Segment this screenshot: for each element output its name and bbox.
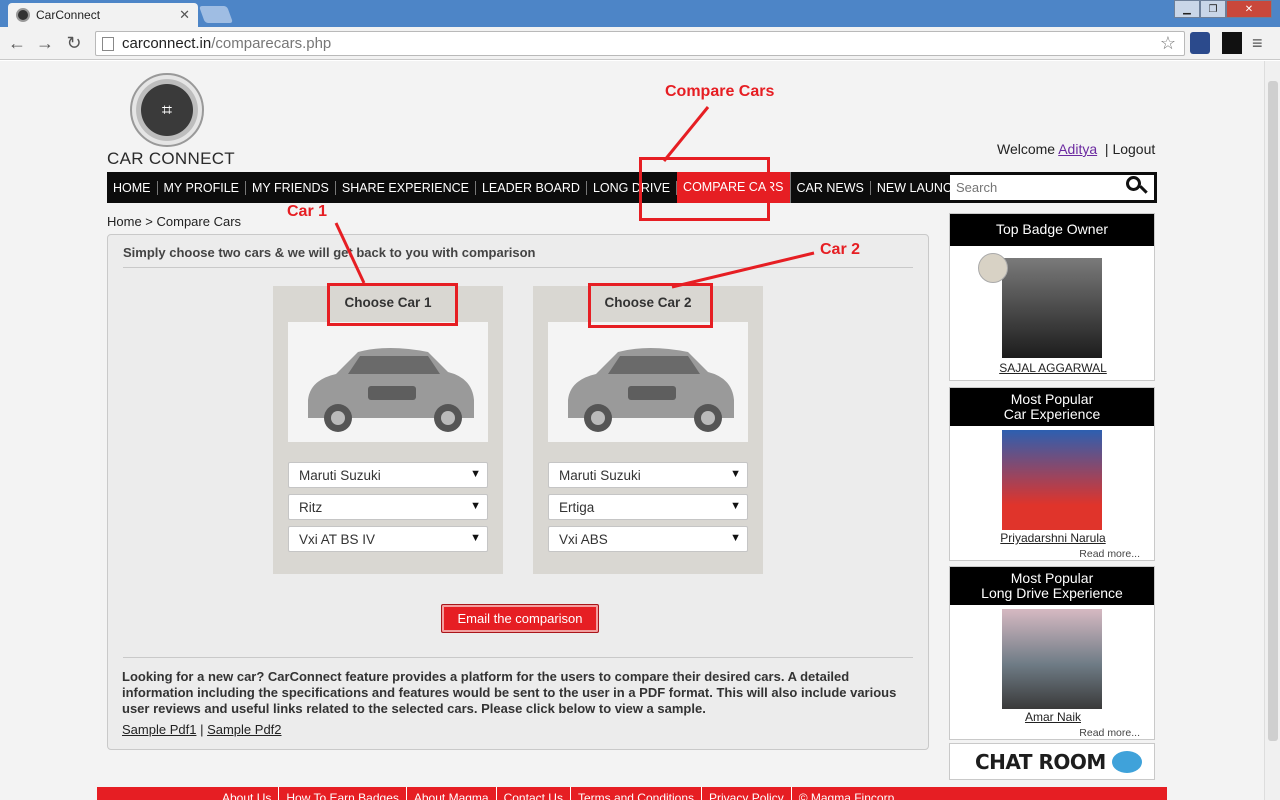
footer-link[interactable]: About Us	[215, 787, 280, 800]
long-drive-author[interactable]: Amar Naik	[950, 710, 1156, 724]
long-drive-photo[interactable]	[1002, 609, 1102, 709]
site-search	[950, 175, 1154, 200]
restore-icon[interactable]: ❐	[1200, 0, 1226, 18]
main-navigation: HOME MY PROFILE MY FRIENDS SHARE EXPERIE…	[107, 172, 1157, 203]
read-more-link[interactable]: Read more...	[1079, 727, 1140, 739]
compare-description: Looking for a new car? CarConnect featur…	[122, 669, 897, 716]
annotation-box-car2	[588, 283, 713, 328]
nav-my-friends[interactable]: MY FRIENDS	[246, 180, 336, 195]
nav-leader-board[interactable]: LEADER BOARD	[476, 180, 587, 195]
back-icon[interactable]: ←	[6, 33, 28, 54]
footer-copyright: © Magma Fincorp	[798, 791, 895, 800]
sample-pdf2-link[interactable]: Sample Pdf2	[207, 722, 281, 737]
favicon-icon	[16, 8, 30, 22]
car1-make-select[interactable]: Maruti Suzuki ▼	[288, 462, 488, 488]
read-more-link[interactable]: Read more...	[1079, 548, 1140, 560]
popular-car-experience: Most Popular Car Experience Priyadarshni…	[949, 387, 1155, 561]
annotation-box-compare	[639, 157, 770, 221]
car-experience-heading: Most Popular Car Experience	[950, 388, 1154, 426]
footer-link[interactable]: Contact Us	[497, 787, 571, 800]
car1-box: Choose Car 1 Maruti Suzuki ▼ Ritz ▼ Vxi AT…	[273, 286, 503, 574]
car-image	[548, 322, 748, 442]
long-drive-heading: Most Popular Long Drive Experience	[950, 567, 1154, 605]
car2-make-select[interactable]: Maruti Suzuki ▼	[548, 462, 748, 488]
browser-toolbar: ← → ↻ carconnect.in/comparecars.php ☆ ≡	[0, 27, 1280, 60]
tab-close-icon[interactable]: ✕	[179, 7, 190, 23]
annotation-arrow	[662, 106, 710, 162]
badge-icon	[978, 253, 1008, 283]
annotation-arrow	[334, 222, 366, 284]
nav-share-experience[interactable]: SHARE EXPERIENCE	[336, 180, 476, 195]
search-input[interactable]	[956, 180, 1116, 195]
annotation-car2: Car 2	[820, 241, 861, 258]
breadcrumb: Home > Compare Cars	[107, 214, 242, 229]
username-link[interactable]: Aditya	[1058, 141, 1097, 157]
bookmark-star-icon[interactable]: ☆	[1160, 33, 1176, 54]
dropdown-arrow-icon: ▼	[470, 468, 481, 480]
dropdown-arrow-icon: ▼	[730, 500, 741, 512]
close-window-icon[interactable]: ✕	[1226, 0, 1272, 18]
user-avatar[interactable]	[1002, 258, 1102, 358]
car2-variant-select[interactable]: Vxi ABS ▼	[548, 526, 748, 552]
url-text: carconnect.in/comparecars.php	[122, 35, 332, 52]
car1-model-select[interactable]: Ritz ▼	[288, 494, 488, 520]
site-logo[interactable]: ⌗ CAR CONNECT	[107, 73, 235, 168]
gearshift-logo-icon: ⌗	[130, 73, 204, 147]
divider	[123, 657, 913, 658]
car-image	[288, 322, 488, 442]
dropdown-arrow-icon: ▼	[470, 532, 481, 544]
car2-model-select[interactable]: Ertiga ▼	[548, 494, 748, 520]
vertical-scrollbar[interactable]	[1264, 61, 1280, 800]
tab-title: CarConnect	[36, 8, 101, 22]
email-comparison-button[interactable]: Email the comparison	[441, 604, 599, 633]
sample-pdf1-link[interactable]: Sample Pdf1	[122, 722, 196, 737]
car2-box: Choose Car 2 Maruti Suzuki ▼ Ertiga ▼ Vxi …	[533, 286, 763, 574]
annotation-box-car1	[327, 283, 458, 326]
popular-long-drive: Most Popular Long Drive Experience Amar …	[949, 566, 1155, 740]
search-icon[interactable]	[1126, 176, 1148, 196]
logout-link[interactable]: Logout	[1112, 141, 1155, 157]
top-badge-owner: Top Badge Owner SAJAL AGGARWAL	[949, 213, 1155, 381]
new-tab-button[interactable]	[198, 6, 234, 23]
nav-car-news[interactable]: CAR NEWS	[791, 180, 871, 195]
window-controls: ▁ ❐ ✕	[1174, 0, 1272, 18]
menu-icon[interactable]: ≡	[1252, 33, 1270, 54]
welcome-message: Welcome Aditya | Logout	[997, 141, 1156, 157]
annotation-compare-cars: Compare Cars	[665, 83, 775, 100]
browser-tab[interactable]: CarConnect ✕	[8, 3, 198, 27]
footer-link[interactable]: How To Earn Badges	[279, 787, 407, 800]
dropdown-arrow-icon: ▼	[730, 468, 741, 480]
extension-icon[interactable]	[1222, 32, 1242, 54]
compare-panel: Simply choose two cars & we will get bac…	[107, 234, 929, 750]
experience-photo[interactable]	[1002, 430, 1102, 530]
chat-room-label: CHAT ROOM	[975, 749, 1106, 774]
dropdown-arrow-icon: ▼	[730, 532, 741, 544]
experience-author[interactable]: Priyadarshni Narula	[950, 531, 1156, 545]
chat-room-button[interactable]: CHAT ROOM	[949, 743, 1155, 780]
forward-icon[interactable]: →	[34, 33, 56, 54]
footer: About Us How To Earn Badges About Magma …	[97, 787, 1167, 800]
page-viewport: ⌗ CAR CONNECT Compare Cars Welcome Adity…	[0, 61, 1264, 800]
scroll-thumb[interactable]	[1268, 81, 1278, 741]
badge-heading: Top Badge Owner	[950, 214, 1154, 246]
page-icon	[102, 36, 114, 51]
reload-icon[interactable]: ↻	[63, 33, 85, 54]
car1-variant-select[interactable]: Vxi AT BS IV ▼	[288, 526, 488, 552]
dropdown-arrow-icon: ▼	[470, 500, 481, 512]
annotation-car1: Car 1	[287, 203, 328, 220]
minimize-icon[interactable]: ▁	[1174, 0, 1200, 18]
badge-owner-name[interactable]: SAJAL AGGARWAL	[950, 361, 1156, 375]
address-bar[interactable]: carconnect.in/comparecars.php ☆	[95, 31, 1185, 56]
logo-text: CAR CONNECT	[107, 149, 235, 168]
nav-home[interactable]: HOME	[107, 180, 158, 195]
footer-link[interactable]: Privacy Policy	[702, 787, 792, 800]
footer-link[interactable]: Terms and Conditions	[571, 787, 703, 800]
nav-my-profile[interactable]: MY PROFILE	[158, 180, 246, 195]
sample-links: Sample Pdf1 | Sample Pdf2	[122, 722, 282, 737]
extension-icon[interactable]	[1190, 32, 1210, 54]
chat-bubble-icon	[1111, 750, 1142, 773]
footer-link[interactable]: About Magma	[407, 787, 497, 800]
window-titlebar: CarConnect ✕ ▁ ❐ ✕	[0, 0, 1280, 27]
